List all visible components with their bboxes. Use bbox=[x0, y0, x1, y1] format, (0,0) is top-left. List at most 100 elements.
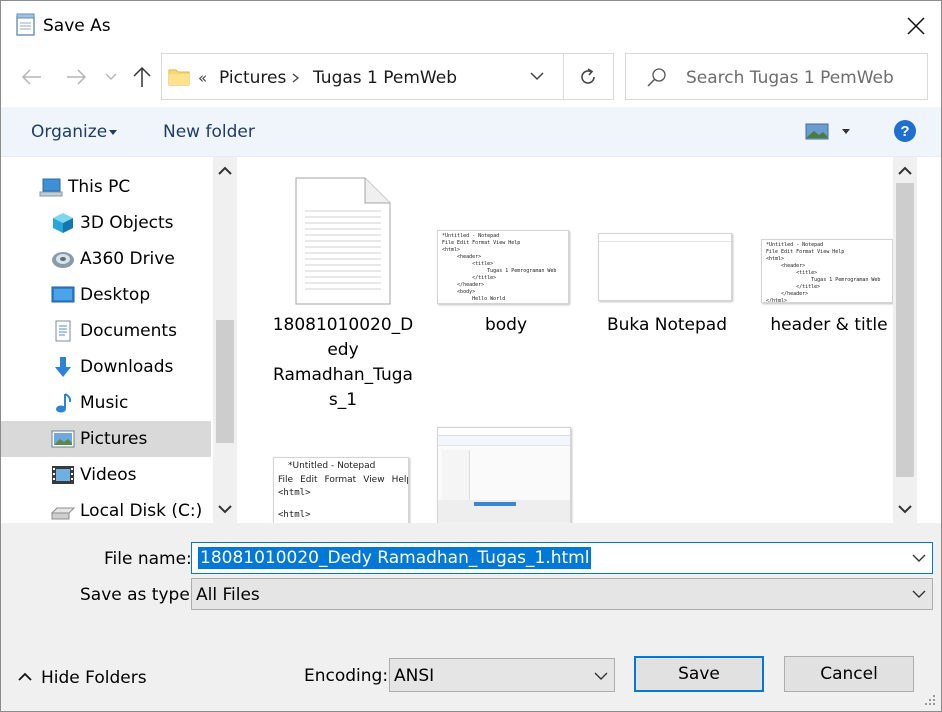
tree-item-desktop[interactable]: Desktop bbox=[1, 277, 211, 313]
address-bar[interactable]: « Pictures Tugas 1 PemWeb bbox=[161, 53, 614, 100]
save-as-type-value: All Files bbox=[196, 585, 260, 605]
file-name-dropdown-icon[interactable] bbox=[911, 551, 927, 565]
tree-item-local-disk-c[interactable]: Local Disk (C:) bbox=[1, 493, 211, 523]
refresh-icon[interactable] bbox=[577, 66, 599, 88]
organize-dropdown-icon[interactable] bbox=[108, 129, 118, 137]
thumbnail-notepad-title: *Untitled - Notepad bbox=[288, 461, 376, 471]
file-name-label: Buka Notepad bbox=[606, 315, 728, 335]
text-document-icon bbox=[295, 177, 391, 305]
scroll-thumb[interactable] bbox=[216, 320, 234, 443]
tree-item-label: Downloads bbox=[80, 357, 174, 377]
new-folder-button[interactable]: New folder bbox=[163, 122, 255, 142]
breadcrumb-separator-icon[interactable] bbox=[290, 72, 302, 84]
navigation-pane-scrollbar[interactable] bbox=[213, 157, 237, 523]
help-icon[interactable]: ? bbox=[893, 119, 917, 143]
close-icon[interactable] bbox=[901, 11, 931, 41]
save-options-panel: File name: 18081010020_Dedy Ramadhan_Tug… bbox=[1, 523, 941, 711]
documents-icon bbox=[55, 320, 71, 342]
save-as-type-select[interactable]: All Files bbox=[191, 578, 933, 610]
cancel-button[interactable]: Cancel bbox=[784, 656, 914, 692]
save-as-dialog: Save As « Pictures Tugas 1 PemWeb Search… bbox=[0, 0, 942, 712]
recent-locations-chevron-icon[interactable] bbox=[103, 69, 119, 85]
tree-item-documents[interactable]: Documents bbox=[1, 313, 211, 349]
file-item[interactable]: *Untitled - Notepad File Edit Format Vie… bbox=[431, 173, 581, 335]
folder-icon bbox=[168, 69, 190, 86]
navigation-pane: This PC 3D Objects A360 Drive Desktop Do… bbox=[1, 157, 238, 523]
tree-item-a360-drive[interactable]: A360 Drive bbox=[1, 241, 211, 277]
thumbnail-menu-item: Format bbox=[324, 475, 357, 485]
encoding-select[interactable]: ANSI bbox=[389, 658, 615, 692]
local-disk-icon bbox=[51, 507, 75, 520]
file-name-field[interactable]: 18081010020_Dedy Ramadhan_Tugas_1.html bbox=[191, 542, 933, 574]
file-name-input-value[interactable]: 18081010020_Dedy Ramadhan_Tugas_1.html bbox=[198, 547, 592, 569]
view-mode-dropdown-icon[interactable] bbox=[841, 128, 851, 136]
file-name-line: edy bbox=[327, 340, 359, 360]
view-mode-icon[interactable] bbox=[805, 122, 831, 142]
thumbnail-menu-item: Help bbox=[391, 475, 408, 485]
file-name-label: 18081010020_D edy Ramadhan_Tuga s_1 bbox=[268, 313, 418, 413]
thumbnail-menu-item: File bbox=[278, 475, 294, 485]
save-button[interactable]: Save bbox=[634, 656, 764, 692]
scroll-down-arrow-icon[interactable] bbox=[213, 497, 237, 521]
file-item[interactable]: *Untitled - Notepad File Edit Format Vie… bbox=[273, 457, 423, 523]
image-thumbnail bbox=[598, 233, 732, 301]
forward-arrow-icon[interactable] bbox=[63, 65, 89, 89]
tree-item-label: This PC bbox=[68, 177, 131, 197]
encoding-value: ANSI bbox=[394, 666, 435, 686]
tree-item-downloads[interactable]: Downloads bbox=[1, 349, 211, 385]
tree-item-pictures[interactable]: Pictures bbox=[1, 421, 211, 457]
tree-item-label: Pictures bbox=[80, 429, 148, 449]
encoding-label: Encoding: bbox=[304, 666, 389, 686]
file-item[interactable]: 18081010020_D edy Ramadhan_Tuga s_1 bbox=[268, 173, 418, 413]
scroll-up-arrow-icon[interactable] bbox=[213, 159, 237, 183]
file-item[interactable] bbox=[437, 427, 587, 523]
file-list: 18081010020_D edy Ramadhan_Tuga s_1 *Unt… bbox=[239, 157, 917, 523]
image-thumbnail: *Untitled - Notepad File Edit Format Vie… bbox=[437, 230, 569, 304]
file-name-line: s_1 bbox=[328, 390, 358, 410]
back-arrow-icon[interactable] bbox=[19, 65, 45, 89]
tree-item-3d-objects[interactable]: 3D Objects bbox=[1, 205, 211, 241]
image-thumbnail bbox=[437, 427, 571, 523]
address-overflow-chevron[interactable]: « bbox=[198, 69, 207, 87]
title-bar: Save As bbox=[1, 1, 941, 49]
thumbnail-title-bar bbox=[438, 428, 570, 436]
chevron-up-icon[interactable] bbox=[17, 670, 33, 684]
image-thumbnail: *Untitled - Notepad File Edit Format Vie… bbox=[273, 457, 409, 523]
music-icon bbox=[56, 393, 72, 413]
thumbnail-title-bar bbox=[599, 234, 731, 242]
organize-menu-button[interactable]: Organize bbox=[31, 122, 107, 142]
thumbnail-selected-field bbox=[474, 502, 516, 506]
3d-objects-icon bbox=[53, 213, 73, 233]
file-item[interactable]: *Untitled - Notepad File Edit Format Vie… bbox=[754, 173, 904, 335]
tree-item-label: 3D Objects bbox=[80, 213, 174, 233]
hide-folders-button[interactable]: Hide Folders bbox=[41, 668, 147, 688]
file-name-label: body bbox=[484, 315, 528, 335]
tree-item-label: Local Disk (C:) bbox=[80, 501, 203, 521]
scroll-down-arrow-icon[interactable] bbox=[893, 497, 917, 521]
thumbnail-menu-item: View bbox=[363, 475, 385, 485]
pc-icon bbox=[39, 178, 63, 197]
address-dropdown-chevron-icon[interactable] bbox=[528, 70, 546, 84]
tree-item-music[interactable]: Music bbox=[1, 385, 211, 421]
file-list-scrollbar[interactable] bbox=[893, 157, 917, 523]
encoding-dropdown-icon[interactable] bbox=[593, 669, 609, 683]
file-item[interactable]: Buka Notepad bbox=[592, 173, 742, 335]
tree-item-this-pc[interactable]: This PC bbox=[1, 169, 211, 205]
save-as-type-dropdown-icon[interactable] bbox=[911, 587, 927, 601]
resize-grip-icon[interactable] bbox=[923, 693, 937, 707]
scroll-thumb[interactable] bbox=[896, 183, 914, 477]
search-box[interactable]: Search Tugas 1 PemWeb bbox=[625, 53, 928, 100]
thumbnail-code-line: <html> bbox=[278, 488, 311, 498]
svg-text:?: ? bbox=[900, 123, 909, 140]
pictures-icon bbox=[51, 430, 75, 448]
search-input[interactable]: Search Tugas 1 PemWeb bbox=[686, 68, 894, 88]
up-arrow-icon[interactable] bbox=[129, 63, 155, 91]
thumbnail-menu-item: Edit bbox=[300, 475, 318, 485]
tree-item-videos[interactable]: Videos bbox=[1, 457, 211, 493]
scroll-up-arrow-icon[interactable] bbox=[893, 159, 917, 183]
desktop-icon bbox=[51, 286, 75, 303]
search-icon bbox=[647, 68, 666, 87]
thumbnail-address-bar bbox=[438, 436, 570, 446]
breadcrumb-pictures[interactable]: Pictures bbox=[219, 68, 286, 88]
breadcrumb-tugas-1-pemweb[interactable]: Tugas 1 PemWeb bbox=[313, 68, 457, 88]
